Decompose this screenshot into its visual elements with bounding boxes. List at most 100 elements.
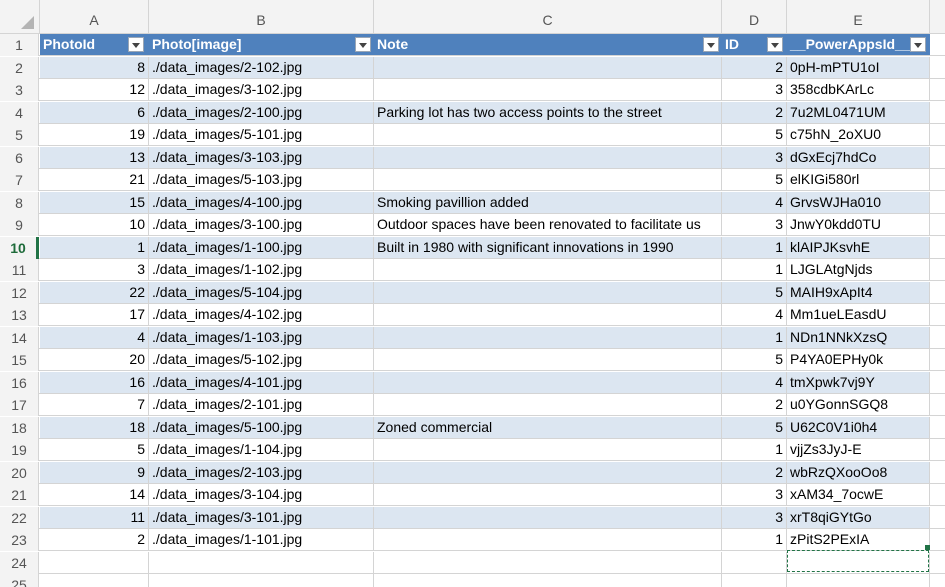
table-cell[interactable]: 2 bbox=[722, 101, 787, 123]
filter-dropdown-icon[interactable] bbox=[355, 37, 371, 52]
table-cell[interactable]: ./data_images/1-100.jpg bbox=[149, 236, 374, 258]
table-cell[interactable]: 13 bbox=[40, 146, 149, 168]
table-cell[interactable] bbox=[374, 394, 722, 415]
row-header[interactable]: 17 bbox=[0, 394, 39, 416]
table-cell[interactable]: c75hN_2oXU0 bbox=[787, 124, 930, 145]
table-cell[interactable]: 8 bbox=[40, 56, 149, 78]
table-cell[interactable]: 4 bbox=[722, 304, 787, 325]
table-cell[interactable]: ./data_images/1-101.jpg bbox=[149, 529, 374, 550]
table-cell[interactable] bbox=[374, 371, 722, 393]
column-header-d[interactable]: D bbox=[722, 0, 787, 33]
column-header-c[interactable]: C bbox=[374, 0, 722, 33]
table-cell[interactable]: ./data_images/2-103.jpg bbox=[149, 461, 374, 483]
table-cell[interactable] bbox=[374, 304, 722, 325]
row-header[interactable]: 24 bbox=[0, 551, 39, 574]
empty-cell[interactable] bbox=[40, 551, 149, 573]
table-cell[interactable]: 6 bbox=[40, 101, 149, 123]
row-header[interactable]: 22 bbox=[0, 506, 39, 529]
empty-cell[interactable] bbox=[149, 551, 374, 573]
table-cell[interactable]: 5 bbox=[722, 349, 787, 370]
table-cell[interactable]: ./data_images/3-103.jpg bbox=[149, 146, 374, 168]
row-header[interactable]: 1 bbox=[0, 34, 39, 56]
table-header-cell[interactable]: Photo[image] bbox=[149, 34, 374, 55]
table-cell[interactable] bbox=[374, 506, 722, 528]
table-cell[interactable]: ./data_images/5-103.jpg bbox=[149, 169, 374, 190]
table-cell[interactable]: 21 bbox=[40, 169, 149, 190]
table-cell[interactable]: 3 bbox=[722, 214, 787, 235]
table-cell[interactable]: 19 bbox=[40, 124, 149, 145]
table-header-cell[interactable]: Note bbox=[374, 34, 722, 55]
table-cell[interactable]: ./data_images/4-100.jpg bbox=[149, 191, 374, 213]
table-cell[interactable]: 3 bbox=[722, 146, 787, 168]
table-cell[interactable]: 12 bbox=[40, 79, 149, 100]
table-cell[interactable]: 2 bbox=[722, 461, 787, 483]
table-cell[interactable]: 3 bbox=[40, 259, 149, 280]
row-header[interactable]: 4 bbox=[0, 101, 39, 124]
row-header[interactable]: 12 bbox=[0, 281, 39, 304]
column-header-e[interactable]: E bbox=[787, 0, 930, 33]
table-cell[interactable]: Outdoor spaces have been renovated to fa… bbox=[374, 214, 722, 235]
table-cell[interactable] bbox=[374, 169, 722, 190]
table-cell[interactable]: 1 bbox=[722, 259, 787, 280]
table-cell[interactable]: tmXpwk7vj9Y bbox=[787, 371, 930, 393]
table-cell[interactable] bbox=[374, 326, 722, 348]
empty-cell[interactable] bbox=[787, 574, 930, 587]
row-header[interactable]: 23 bbox=[0, 529, 39, 551]
table-cell[interactable]: ./data_images/4-102.jpg bbox=[149, 304, 374, 325]
table-cell[interactable] bbox=[374, 281, 722, 303]
table-cell[interactable]: 0pH-mPTU1oI bbox=[787, 56, 930, 78]
column-header-a[interactable]: A bbox=[40, 0, 149, 33]
table-cell[interactable]: 22 bbox=[40, 281, 149, 303]
empty-cell[interactable] bbox=[374, 551, 722, 573]
table-cell[interactable] bbox=[374, 146, 722, 168]
table-cell[interactable]: P4YA0EPHy0k bbox=[787, 349, 930, 370]
table-cell[interactable]: wbRzQXooOo8 bbox=[787, 461, 930, 483]
spreadsheet-grid[interactable]: A B C D E 1 PhotoId Photo[image] Note ID __Po… bbox=[0, 0, 945, 587]
table-cell[interactable] bbox=[374, 56, 722, 78]
empty-cell[interactable] bbox=[40, 574, 149, 587]
table-cell[interactable]: xrT8qiGYtGo bbox=[787, 506, 930, 528]
table-cell[interactable]: 16 bbox=[40, 371, 149, 393]
table-cell[interactable]: 358cdbKArLc bbox=[787, 79, 930, 100]
table-cell[interactable] bbox=[374, 461, 722, 483]
table-cell[interactable]: 1 bbox=[722, 529, 787, 550]
table-cell[interactable]: 9 bbox=[40, 461, 149, 483]
table-cell[interactable]: ./data_images/5-101.jpg bbox=[149, 124, 374, 145]
table-cell[interactable]: ./data_images/4-101.jpg bbox=[149, 371, 374, 393]
table-cell[interactable]: 1 bbox=[722, 236, 787, 258]
row-header[interactable]: 8 bbox=[0, 191, 39, 214]
table-cell[interactable]: 7u2ML0471UM bbox=[787, 101, 930, 123]
table-cell[interactable] bbox=[374, 79, 722, 100]
filter-dropdown-icon[interactable] bbox=[128, 37, 144, 52]
table-cell[interactable]: 5 bbox=[722, 416, 787, 438]
table-cell[interactable]: 3 bbox=[722, 506, 787, 528]
row-header[interactable]: 16 bbox=[0, 371, 39, 394]
table-cell[interactable]: ./data_images/1-104.jpg bbox=[149, 439, 374, 460]
table-cell[interactable]: 1 bbox=[722, 439, 787, 460]
table-cell[interactable]: ./data_images/3-104.jpg bbox=[149, 484, 374, 505]
table-cell[interactable]: 5 bbox=[40, 439, 149, 460]
table-cell[interactable]: dGxEcj7hdCo bbox=[787, 146, 930, 168]
row-header[interactable]: 7 bbox=[0, 169, 39, 191]
table-cell[interactable] bbox=[374, 529, 722, 550]
filter-dropdown-icon[interactable] bbox=[767, 37, 783, 52]
filter-dropdown-icon[interactable] bbox=[910, 37, 926, 52]
table-cell[interactable]: Mm1ueLEasdU bbox=[787, 304, 930, 325]
empty-cell[interactable] bbox=[722, 574, 787, 587]
row-header[interactable]: 5 bbox=[0, 124, 39, 146]
table-cell[interactable]: MAIH9xApIt4 bbox=[787, 281, 930, 303]
select-all-triangle-icon[interactable] bbox=[21, 16, 34, 29]
table-cell[interactable]: ./data_images/1-102.jpg bbox=[149, 259, 374, 280]
empty-cell[interactable] bbox=[149, 574, 374, 587]
filter-dropdown-icon[interactable] bbox=[703, 37, 719, 52]
table-cell[interactable]: 5 bbox=[722, 281, 787, 303]
table-cell[interactable]: ./data_images/5-104.jpg bbox=[149, 281, 374, 303]
table-cell[interactable]: NDn1NNkXzsQ bbox=[787, 326, 930, 348]
row-header[interactable]: 25 bbox=[0, 574, 39, 587]
table-cell[interactable]: Parking lot has two access points to the… bbox=[374, 101, 722, 123]
table-cell[interactable]: ./data_images/2-101.jpg bbox=[149, 394, 374, 415]
table-cell[interactable]: ./data_images/3-101.jpg bbox=[149, 506, 374, 528]
table-cell[interactable]: 4 bbox=[40, 326, 149, 348]
table-cell[interactable]: klAIPJKsvhE bbox=[787, 236, 930, 258]
table-cell[interactable]: Smoking pavillion added bbox=[374, 191, 722, 213]
